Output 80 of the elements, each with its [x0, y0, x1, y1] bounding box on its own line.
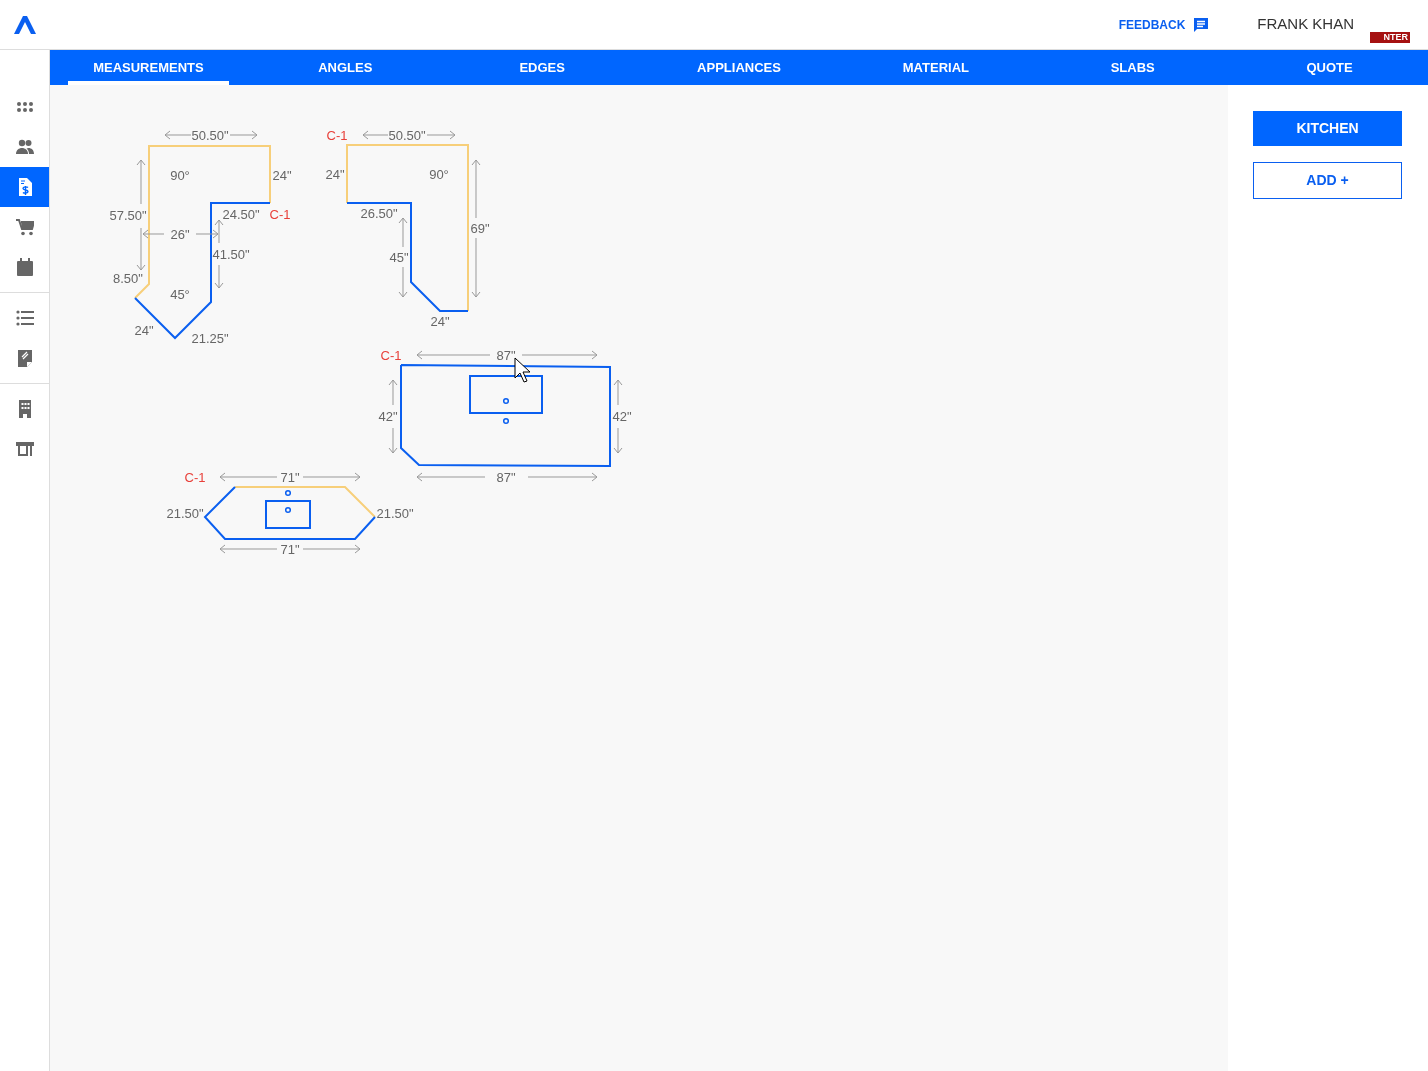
dimension-label: 87" [496, 347, 516, 363]
dimension-label: 26" [170, 226, 190, 242]
room-button[interactable]: KITCHEN [1253, 111, 1402, 146]
dimension-arrow [613, 379, 623, 406]
dimension-arrow [229, 130, 258, 140]
sidebar-item[interactable] [0, 167, 49, 207]
dimension-label: 90° [429, 166, 449, 182]
cursor-icon [514, 357, 531, 383]
dimension-label: 21.25" [191, 330, 229, 346]
list-icon [15, 309, 34, 327]
dimension-arrow [214, 264, 224, 289]
dimension-label: 45" [389, 249, 409, 265]
piece-tag: C-1 [184, 469, 206, 485]
dimension-label: 24" [430, 313, 450, 329]
dimension-label: 45° [170, 286, 190, 302]
dimension-arrow [416, 472, 486, 482]
dimension-arrow [471, 159, 481, 219]
dimension-arrow [219, 472, 278, 482]
dimension-arrow [164, 130, 192, 140]
faucet-hole[interactable] [502, 417, 510, 425]
dimension-label: 21.50" [376, 505, 414, 521]
calendar-icon [15, 258, 34, 276]
piece-tag: C-1 [269, 206, 291, 222]
dimension-label: 50.50" [191, 127, 229, 143]
tab[interactable]: SLABS [1085, 50, 1180, 85]
dimension-arrow [398, 266, 408, 298]
dimension-arrow [471, 237, 481, 298]
dimension-label: 50.50" [388, 127, 426, 143]
dimension-arrow [426, 130, 456, 140]
dimension-arrow [219, 544, 278, 554]
feedback-link[interactable]: FEEDBACK [1118, 15, 1210, 34]
dimension-arrow [362, 130, 389, 140]
dimension-label: 21.50" [166, 505, 204, 521]
faucet-hole[interactable] [284, 506, 292, 514]
chat-icon [1193, 16, 1210, 33]
dimension-arrow [388, 427, 398, 454]
dimension-arrow [136, 159, 146, 205]
room-button[interactable]: ADD + [1253, 162, 1402, 199]
dimension-label: 69" [470, 220, 490, 236]
sink-cutout[interactable] [265, 500, 311, 529]
countertop-edge[interactable] [400, 364, 611, 467]
dimension-arrow [388, 379, 398, 406]
dimension-label: 24" [134, 322, 154, 338]
user-name[interactable]: FRANK KHAN [1257, 13, 1354, 36]
countertop-edge[interactable] [346, 202, 469, 312]
dimension-label: 42" [378, 408, 398, 424]
piece-tag: C-1 [380, 347, 402, 363]
dimension-arrow [302, 544, 361, 554]
dimension-arrow [302, 472, 361, 482]
countertop-edge[interactable] [203, 486, 376, 540]
tab[interactable]: EDGES [494, 50, 590, 85]
cart-icon [15, 218, 34, 236]
dimension-label: 41.50" [212, 246, 250, 262]
logo-icon[interactable] [14, 15, 36, 34]
dimension-label: 90° [170, 167, 190, 183]
tab[interactable]: ANGLES [293, 50, 398, 85]
dimension-label: 42" [612, 408, 632, 424]
tab[interactable]: MATERIAL [877, 50, 994, 85]
tab[interactable]: APPLIANCES [672, 50, 806, 85]
dimension-label: 57.50" [109, 207, 147, 223]
dimension-label: 24.50" [222, 206, 260, 222]
dimension-label: 24" [272, 167, 292, 183]
tab[interactable]: QUOTE [1281, 50, 1378, 85]
brand-badge: NTER [1370, 32, 1410, 43]
dimension-label: 71" [280, 541, 300, 557]
dimension-label: 71" [280, 469, 300, 485]
faucet-hole[interactable] [502, 397, 510, 405]
store-icon [15, 440, 34, 458]
dimension-label: 87" [496, 469, 516, 485]
people-icon [15, 138, 34, 156]
sink-cutout[interactable] [469, 375, 543, 414]
note-icon [15, 349, 34, 367]
dimension-label: 24" [325, 166, 345, 182]
dimension-arrow [613, 427, 623, 454]
piece-tag: C-1 [326, 127, 348, 143]
dimension-arrow [398, 217, 408, 248]
dimension-label: 8.50" [113, 270, 143, 286]
faucet-hole[interactable] [284, 489, 292, 497]
dimension-label: 26.50" [360, 205, 398, 221]
dimension-arrow [527, 472, 598, 482]
